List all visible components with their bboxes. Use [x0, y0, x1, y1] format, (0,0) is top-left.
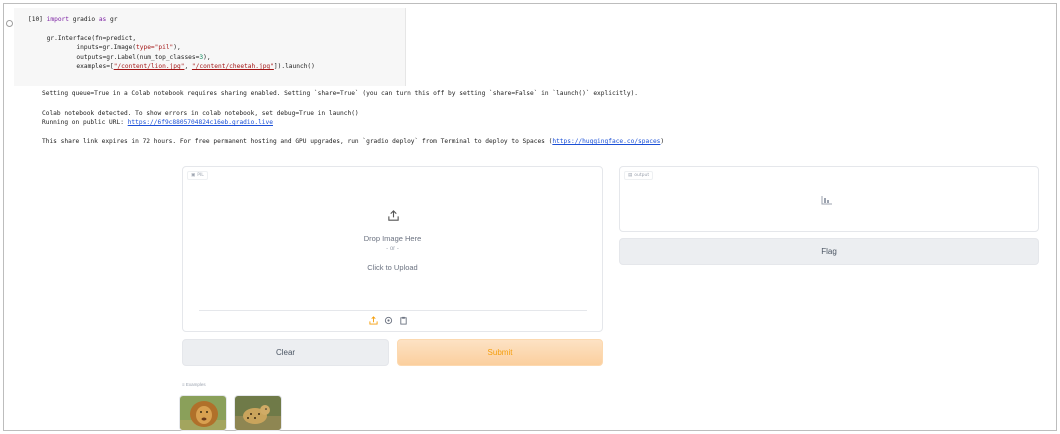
run-cell-icon[interactable]	[6, 20, 13, 27]
label-icon: ▤	[628, 173, 633, 178]
webcam-source-icon[interactable]	[384, 316, 393, 325]
example-lion-thumbnail[interactable]	[179, 395, 227, 431]
examples-label: ≡ Examples	[182, 382, 206, 387]
share-expiry-text: This share link expires in 72 hours. For…	[42, 138, 553, 145]
code-line-examples-c: ,	[184, 63, 192, 71]
empty-output-icon	[821, 196, 832, 205]
exec-count: [10]	[28, 16, 43, 23]
spaces-link[interactable]: https://huggingface.co/spaces	[552, 138, 660, 145]
image-input-panel: ▣ PIL Drop Image Here - or - Click to Upl…	[182, 166, 603, 332]
clear-button[interactable]: Clear	[182, 339, 389, 366]
or-text: - or -	[386, 246, 399, 252]
output-label: ▤ output	[624, 171, 654, 180]
output-label-text: output	[634, 173, 650, 178]
clipboard-source-icon[interactable]	[399, 316, 408, 325]
notebook-frame: [10] import gradio as gr gr.Interface(fn…	[3, 3, 1057, 431]
code-line-examples-b: "/content/lion.jpg"	[113, 63, 185, 71]
code-line-outputs-a: outputs=gr.Label(num_top_classes=	[28, 53, 200, 61]
upload-dropzone[interactable]: Drop Image Here - or - Click to Upload	[191, 185, 594, 310]
code-cell[interactable]: [10] import gradio as gr gr.Interface(fn…	[14, 8, 406, 86]
example-cheetah-thumbnail[interactable]	[234, 395, 282, 431]
label-output-panel: ▤ output	[619, 166, 1039, 232]
output-line-share-expiry: This share link expires in 72 hours. For…	[42, 138, 664, 145]
public-url-prefix: Running on public URL:	[42, 119, 128, 126]
code-line-examples-d: "/content/cheetah.jpg"	[191, 63, 274, 71]
output-line-public-url: Running on public URL: https://6f9c88057…	[42, 119, 273, 126]
source-toolbar	[369, 316, 408, 325]
code-line-inputs-a: inputs=gr.Image(	[28, 44, 137, 52]
flag-button[interactable]: Flag	[619, 238, 1039, 265]
code-line-outputs-c: ),	[203, 53, 211, 61]
code-line-examples-e: ]).launch()	[273, 63, 315, 71]
examples-label-text: Examples	[185, 382, 206, 387]
code-alias: gr	[106, 16, 118, 23]
code-keyword-import: import	[46, 16, 69, 23]
output-line-colab: Colab notebook detected. To show errors …	[42, 110, 359, 117]
upload-source-icon[interactable]	[369, 316, 378, 325]
code-editor[interactable]: [10] import gradio as gr gr.Interface(fn…	[28, 15, 315, 71]
input-label: ▣ PIL	[187, 171, 208, 180]
divider	[199, 310, 587, 311]
lion-image	[180, 396, 226, 430]
public-url-link[interactable]: https://6f9c8805704824c16eb.gradio.live	[128, 119, 273, 126]
code-line-inputs-b: type="pil"	[136, 44, 174, 52]
cheetah-image	[235, 396, 281, 430]
drop-image-text: Drop Image Here	[363, 234, 422, 243]
output-line-queue: Setting queue=True in a Colab notebook r…	[42, 90, 639, 97]
code-line-examples-a: examples=[	[28, 63, 114, 71]
share-expiry-suffix: )	[660, 138, 665, 145]
code-line-interface: gr.Interface(fn=predict,	[46, 34, 137, 42]
submit-button[interactable]: Submit	[397, 339, 603, 366]
click-to-upload-text: Click to Upload	[367, 263, 418, 272]
code-line-inputs-c: ),	[173, 44, 181, 52]
input-label-text: PIL	[197, 173, 204, 178]
image-icon: ▣	[191, 173, 196, 178]
upload-icon	[388, 210, 399, 221]
code-module: gradio	[69, 16, 99, 23]
